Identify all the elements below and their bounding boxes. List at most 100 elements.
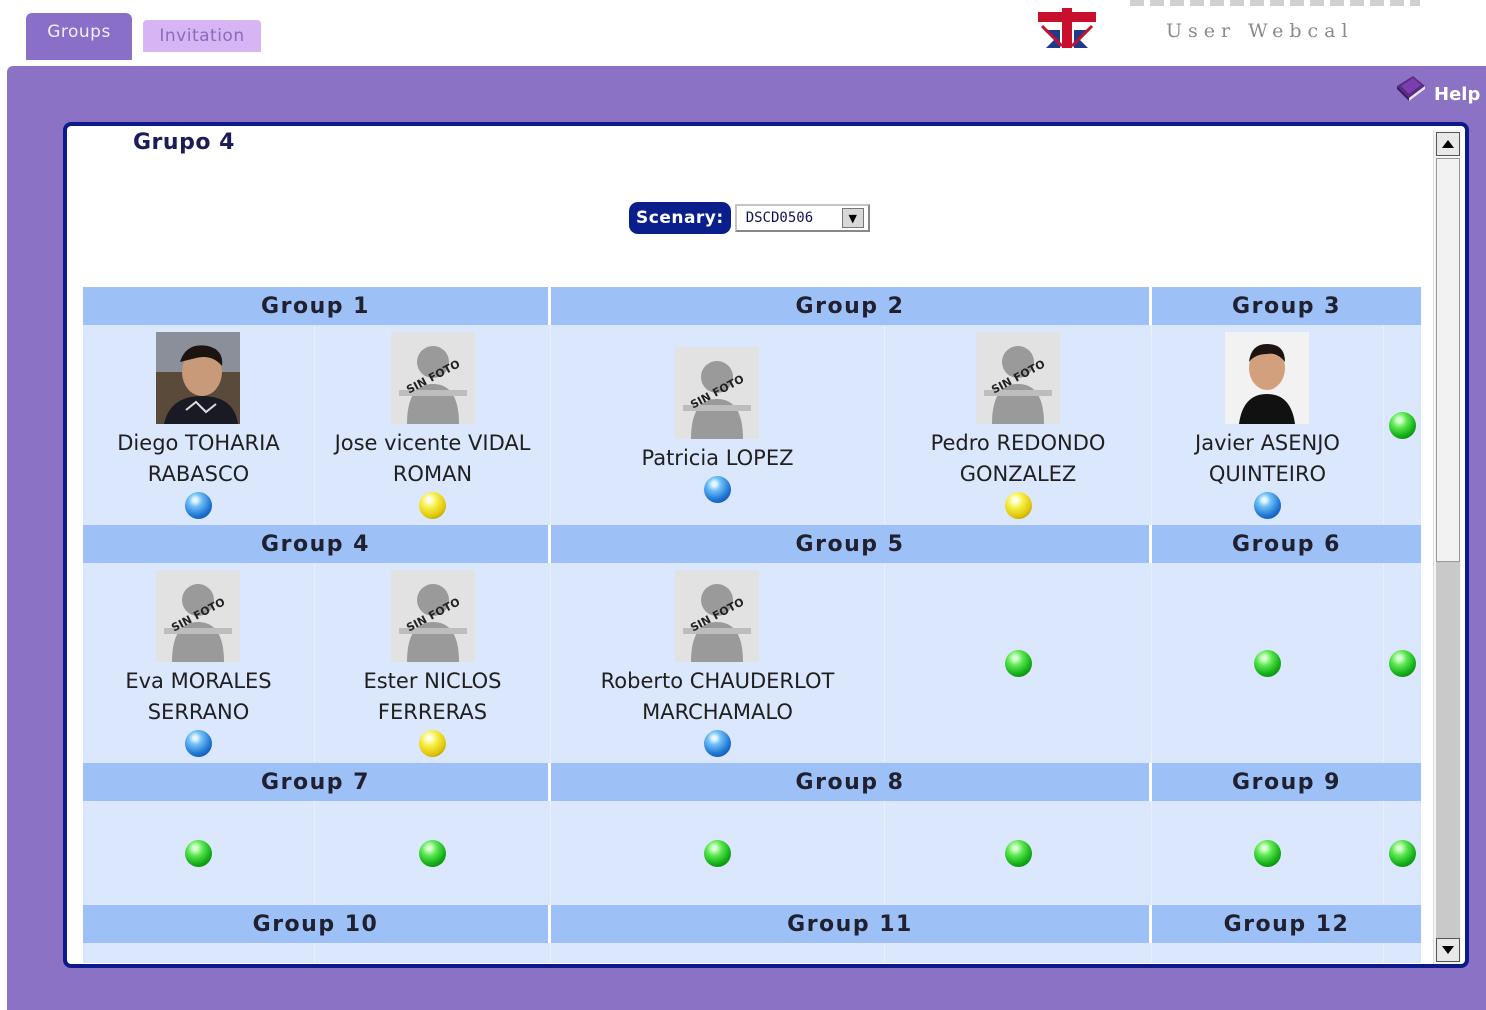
group-slot [1384,943,1421,963]
book-icon [1394,72,1428,106]
empty-slot-green-icon[interactable] [704,839,731,867]
status-blue-icon[interactable] [184,729,212,757]
member-name-line: FERRERAS [377,699,488,724]
scenary-dropdown[interactable]: DSCD0506 ▼ [734,204,870,232]
empty-slot-green-icon[interactable] [1389,411,1416,439]
status-yellow-icon[interactable] [1004,491,1032,519]
group-header-row: Group 4 Group 5 Group 6 [83,525,1421,563]
empty-slot-green-icon[interactable] [1254,649,1281,677]
group-slot [885,563,1152,763]
member-name-line: Patricia LOPEZ [641,446,794,470]
empty-slot-green-icon[interactable] [185,839,212,867]
group-slot [1384,563,1421,763]
member-name: Roberto CHAUDERLOT MARCHAMALO [601,666,835,728]
member-name: Jose vicente VIDAL ROMAN [335,428,531,490]
status-blue-icon[interactable] [703,729,731,757]
group-slot [83,801,315,905]
group-slot [315,943,551,963]
member-photo [1225,331,1310,424]
group-slot [551,801,885,905]
no-photo-placeholder: SIN FOTO [976,331,1060,424]
group-slot: Diego TOHARIA RABASCO [83,325,315,525]
help-label: Help [1434,83,1481,105]
member-name-line: Jose vicente VIDAL [334,430,531,455]
member-card[interactable]: SIN FOTO Ester NICLOS FERRERAS [363,569,502,757]
group-header: Group 9 [1152,763,1421,801]
help-link[interactable]: Help [1394,72,1480,106]
member-name-line: SERRANO [147,699,250,724]
tab-groups[interactable]: Groups [26,13,132,60]
group-header: Group 12 [1152,905,1421,943]
vertical-scrollbar[interactable] [1433,130,1461,964]
member-name-line: MARCHAMALO [642,699,793,724]
member-name-line: QUINTEIRO [1208,461,1327,486]
group-slot [1384,325,1421,525]
member-card[interactable]: SIN FOTO Roberto CHAUDERLOT MARCHAMALO [601,569,835,757]
group-header: Group 5 [551,525,1152,563]
brand-text: User Webcal [1166,20,1354,42]
member-card[interactable]: SIN FOTO Jose vicente VIDAL ROMAN [335,331,531,519]
member-card[interactable]: SIN FOTO Patricia LOPEZ [641,347,794,503]
group-slot: SIN FOTO Ester NICLOS FERRERAS [315,563,551,763]
status-yellow-icon[interactable] [419,491,446,519]
group-header: Group 2 [551,287,1152,325]
status-blue-icon[interactable] [1253,491,1281,519]
scenary-label: Scenary: [629,202,731,234]
scroll-up-button[interactable] [1436,132,1460,156]
group-header: Group 8 [551,763,1152,801]
group-slot [1152,801,1384,905]
group-slot: SIN FOTO Jose vicente VIDAL ROMAN [315,325,551,525]
group-slot: SIN FOTO Eva MORALES SERRANO [83,563,315,763]
member-name: Diego TOHARIA RABASCO [117,428,279,490]
empty-slot-green-icon[interactable] [419,839,446,867]
status-blue-icon[interactable] [184,491,212,519]
top-tab-bar: Groups Invitation User Webcal [0,0,1486,66]
member-name: Patricia LOPEZ [641,443,793,474]
member-name-line: Diego TOHARIA [117,430,280,455]
scroll-down-button[interactable] [1436,938,1460,962]
empty-slot-green-icon[interactable] [1389,839,1416,867]
empty-slot-green-icon[interactable] [1004,649,1032,677]
member-card[interactable]: SIN FOTO Pedro REDONDO GONZALEZ [931,331,1105,519]
chevron-down-icon[interactable]: ▼ [841,208,864,228]
group-cell-row: Diego TOHARIA RABASCO SIN FOTO Jose vicente… [83,325,1421,525]
group-slot: SIN FOTO Patricia LOPEZ [551,325,885,525]
member-card[interactable]: Diego TOHARIA RABASCO [117,331,280,519]
member-name-line: Ester NICLOS [363,668,502,693]
group-slot: SIN FOTO Roberto CHAUDERLOT MARCHAMALO [551,563,885,763]
group-header: Group 1 [83,287,551,325]
scrollbar-thumb[interactable] [1436,158,1460,562]
no-photo-placeholder: SIN FOTO [390,331,475,424]
group-slot [1152,943,1384,963]
member-card[interactable]: SIN FOTO Eva MORALES SERRANO [125,569,272,757]
member-name-line: RABASCO [147,461,250,486]
member-name-line: Javier ASENJO [1195,430,1340,455]
group-slot: SIN FOTO Pedro REDONDO GONZALEZ [885,325,1152,525]
tab-invitation[interactable]: Invitation [143,20,261,52]
member-name-line: Roberto CHAUDERLOT [600,668,835,693]
member-name: Ester NICLOS FERRERAS [363,666,501,728]
group-header: Group 7 [83,763,551,801]
group-slot [885,943,1152,963]
status-blue-icon[interactable] [703,476,731,503]
uk-flag-icon[interactable] [1038,8,1096,48]
member-name-line: GONZALEZ [959,461,1077,486]
group-header: Group 11 [551,905,1152,943]
member-card[interactable]: Javier ASENJO QUINTEIRO [1195,331,1340,519]
scenary-selector: Scenary: DSCD0506 ▼ [629,202,870,234]
group-header: Group 4 [83,525,551,563]
empty-slot-green-icon[interactable] [1254,839,1281,867]
empty-slot-green-icon[interactable] [1389,649,1416,677]
brand-logo-top [1130,0,1420,8]
status-yellow-icon[interactable] [419,729,446,757]
group-slot [1152,563,1384,763]
no-photo-placeholder: SIN FOTO [675,347,760,439]
member-name: Eva MORALES SERRANO [125,666,271,728]
group-slot [885,801,1152,905]
group-slot: Javier ASENJO QUINTEIRO [1152,325,1384,525]
group-slot [1384,801,1421,905]
empty-slot-green-icon[interactable] [1004,839,1032,867]
no-photo-placeholder: SIN FOTO [156,569,241,662]
group-cell-row [83,943,1421,963]
group-header: Group 3 [1152,287,1421,325]
